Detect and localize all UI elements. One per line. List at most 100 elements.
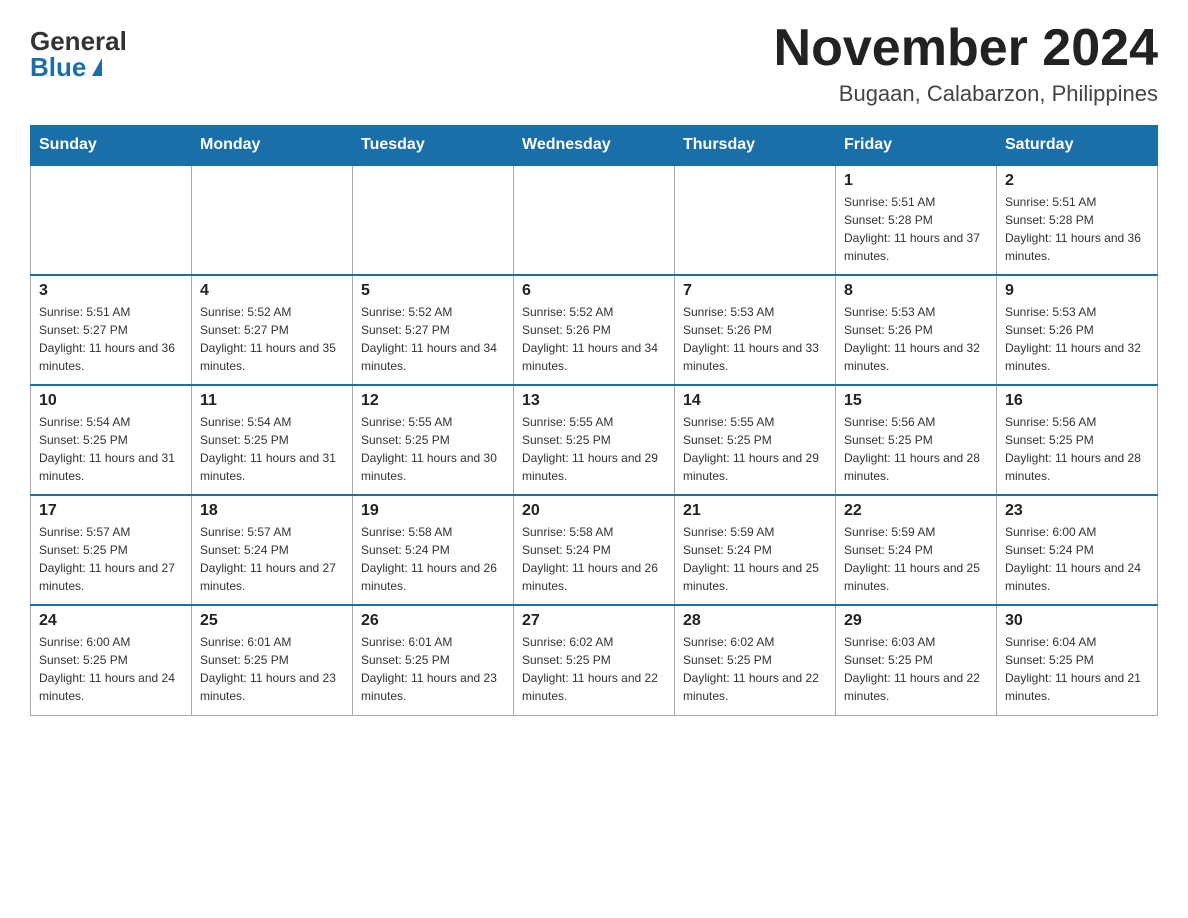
- day-info: Sunrise: 5:59 AM Sunset: 5:24 PM Dayligh…: [844, 523, 988, 595]
- day-number: 16: [1005, 392, 1149, 410]
- calendar-cell: 14Sunrise: 5:55 AM Sunset: 5:25 PM Dayli…: [675, 385, 836, 495]
- day-number: 3: [39, 282, 183, 300]
- day-info: Sunrise: 5:52 AM Sunset: 5:27 PM Dayligh…: [200, 303, 344, 375]
- calendar-cell: 1 Sunrise: 5:51 AM Sunset: 5:28 PM Daylig…: [836, 165, 997, 275]
- weekday-header-wednesday: Wednesday: [514, 126, 675, 166]
- calendar-table: SundayMondayTuesdayWednesdayThursdayFrid…: [30, 125, 1158, 716]
- day-info: Sunrise: 5:53 AM Sunset: 5:26 PM Dayligh…: [683, 303, 827, 375]
- logo: General Blue: [30, 28, 127, 80]
- calendar-cell: 25 Sunrise: 6:01 AM Sunset: 5:25 PM Dayli…: [192, 605, 353, 715]
- calendar-cell: 20Sunrise: 5:58 AM Sunset: 5:24 PM Dayli…: [514, 495, 675, 605]
- calendar-cell: 9Sunrise: 5:53 AM Sunset: 5:26 PM Daylig…: [997, 275, 1158, 385]
- weekday-header-row: SundayMondayTuesdayWednesdayThursdayFrid…: [31, 126, 1158, 166]
- day-number: 18: [200, 502, 344, 520]
- day-number: 14: [683, 392, 827, 410]
- calendar-cell: 5 Sunrise: 5:52 AM Sunset: 5:27 PM Daylig…: [353, 275, 514, 385]
- calendar-cell: 29 Sunrise: 6:03 AM Sunset: 5:25 PM Dayli…: [836, 605, 997, 715]
- day-number: 27: [522, 612, 666, 630]
- day-number: 13: [522, 392, 666, 410]
- day-number: 6: [522, 282, 666, 300]
- calendar-cell: 22 Sunrise: 5:59 AM Sunset: 5:24 PM Dayli…: [836, 495, 997, 605]
- day-number: 30: [1005, 612, 1149, 630]
- day-info: Sunrise: 5:55 AM Sunset: 5:25 PM Dayligh…: [361, 413, 505, 485]
- header: General Blue November 2024 Bugaan, Calab…: [30, 20, 1158, 107]
- weekday-header-tuesday: Tuesday: [353, 126, 514, 166]
- calendar-cell: 12 Sunrise: 5:55 AM Sunset: 5:25 PM Dayli…: [353, 385, 514, 495]
- day-info: Sunrise: 5:56 AM Sunset: 5:25 PM Dayligh…: [1005, 413, 1149, 485]
- calendar-cell: 16 Sunrise: 5:56 AM Sunset: 5:25 PM Dayli…: [997, 385, 1158, 495]
- calendar-cell: [31, 165, 192, 275]
- weekday-header-thursday: Thursday: [675, 126, 836, 166]
- day-number: 26: [361, 612, 505, 630]
- day-info: Sunrise: 6:02 AM Sunset: 5:25 PM Dayligh…: [683, 633, 827, 705]
- day-number: 22: [844, 502, 988, 520]
- weekday-header-sunday: Sunday: [31, 126, 192, 166]
- calendar-cell: [675, 165, 836, 275]
- day-number: 23: [1005, 502, 1149, 520]
- day-info: Sunrise: 5:51 AM Sunset: 5:28 PM Dayligh…: [844, 193, 988, 265]
- day-info: Sunrise: 5:58 AM Sunset: 5:24 PM Dayligh…: [361, 523, 505, 595]
- day-info: Sunrise: 5:52 AM Sunset: 5:27 PM Dayligh…: [361, 303, 505, 375]
- day-number: 25: [200, 612, 344, 630]
- day-info: Sunrise: 6:01 AM Sunset: 5:25 PM Dayligh…: [361, 633, 505, 705]
- day-number: 4: [200, 282, 344, 300]
- day-number: 7: [683, 282, 827, 300]
- day-number: 8: [844, 282, 988, 300]
- calendar-cell: 18 Sunrise: 5:57 AM Sunset: 5:24 PM Dayli…: [192, 495, 353, 605]
- calendar-cell: 30 Sunrise: 6:04 AM Sunset: 5:25 PM Dayli…: [997, 605, 1158, 715]
- day-info: Sunrise: 5:57 AM Sunset: 5:25 PM Dayligh…: [39, 523, 183, 595]
- day-number: 12: [361, 392, 505, 410]
- weekday-header-friday: Friday: [836, 126, 997, 166]
- calendar-cell: [192, 165, 353, 275]
- calendar-cell: [353, 165, 514, 275]
- day-number: 5: [361, 282, 505, 300]
- day-info: Sunrise: 6:00 AM Sunset: 5:25 PM Dayligh…: [39, 633, 183, 705]
- week-row-1: 1 Sunrise: 5:51 AM Sunset: 5:28 PM Daylig…: [31, 165, 1158, 275]
- day-number: 11: [200, 392, 344, 410]
- day-number: 1: [844, 172, 988, 190]
- calendar-cell: 15Sunrise: 5:56 AM Sunset: 5:25 PM Dayli…: [836, 385, 997, 495]
- day-info: Sunrise: 5:53 AM Sunset: 5:26 PM Dayligh…: [1005, 303, 1149, 375]
- day-info: Sunrise: 6:00 AM Sunset: 5:24 PM Dayligh…: [1005, 523, 1149, 595]
- calendar-cell: 24 Sunrise: 6:00 AM Sunset: 5:25 PM Dayli…: [31, 605, 192, 715]
- calendar-cell: 19 Sunrise: 5:58 AM Sunset: 5:24 PM Dayli…: [353, 495, 514, 605]
- calendar-cell: 17Sunrise: 5:57 AM Sunset: 5:25 PM Dayli…: [31, 495, 192, 605]
- day-info: Sunrise: 6:01 AM Sunset: 5:25 PM Dayligh…: [200, 633, 344, 705]
- calendar-cell: 27Sunrise: 6:02 AM Sunset: 5:25 PM Dayli…: [514, 605, 675, 715]
- calendar-cell: 7 Sunrise: 5:53 AM Sunset: 5:26 PM Daylig…: [675, 275, 836, 385]
- week-row-4: 17Sunrise: 5:57 AM Sunset: 5:25 PM Dayli…: [31, 495, 1158, 605]
- day-number: 19: [361, 502, 505, 520]
- day-info: Sunrise: 6:03 AM Sunset: 5:25 PM Dayligh…: [844, 633, 988, 705]
- week-row-5: 24 Sunrise: 6:00 AM Sunset: 5:25 PM Dayli…: [31, 605, 1158, 715]
- day-info: Sunrise: 5:54 AM Sunset: 5:25 PM Dayligh…: [39, 413, 183, 485]
- day-number: 29: [844, 612, 988, 630]
- day-info: Sunrise: 5:59 AM Sunset: 5:24 PM Dayligh…: [683, 523, 827, 595]
- logo-triangle-icon: [92, 58, 102, 76]
- calendar-cell: 21 Sunrise: 5:59 AM Sunset: 5:24 PM Dayli…: [675, 495, 836, 605]
- calendar-cell: 2 Sunrise: 5:51 AM Sunset: 5:28 PM Daylig…: [997, 165, 1158, 275]
- calendar-cell: 23 Sunrise: 6:00 AM Sunset: 5:24 PM Dayli…: [997, 495, 1158, 605]
- calendar-cell: 8Sunrise: 5:53 AM Sunset: 5:26 PM Daylig…: [836, 275, 997, 385]
- weekday-header-monday: Monday: [192, 126, 353, 166]
- calendar-cell: 10Sunrise: 5:54 AM Sunset: 5:25 PM Dayli…: [31, 385, 192, 495]
- calendar-cell: 4 Sunrise: 5:52 AM Sunset: 5:27 PM Daylig…: [192, 275, 353, 385]
- calendar-cell: 6 Sunrise: 5:52 AM Sunset: 5:26 PM Daylig…: [514, 275, 675, 385]
- day-info: Sunrise: 5:51 AM Sunset: 5:27 PM Dayligh…: [39, 303, 183, 375]
- day-info: Sunrise: 5:52 AM Sunset: 5:26 PM Dayligh…: [522, 303, 666, 375]
- day-number: 28: [683, 612, 827, 630]
- day-info: Sunrise: 5:58 AM Sunset: 5:24 PM Dayligh…: [522, 523, 666, 595]
- calendar-cell: 13 Sunrise: 5:55 AM Sunset: 5:25 PM Dayli…: [514, 385, 675, 495]
- day-info: Sunrise: 5:57 AM Sunset: 5:24 PM Dayligh…: [200, 523, 344, 595]
- day-number: 24: [39, 612, 183, 630]
- calendar-cell: [514, 165, 675, 275]
- day-info: Sunrise: 5:55 AM Sunset: 5:25 PM Dayligh…: [522, 413, 666, 485]
- day-number: 2: [1005, 172, 1149, 190]
- day-number: 21: [683, 502, 827, 520]
- day-info: Sunrise: 5:51 AM Sunset: 5:28 PM Dayligh…: [1005, 193, 1149, 265]
- week-row-3: 10Sunrise: 5:54 AM Sunset: 5:25 PM Dayli…: [31, 385, 1158, 495]
- title-area: November 2024 Bugaan, Calabarzon, Philip…: [774, 20, 1158, 107]
- day-info: Sunrise: 6:04 AM Sunset: 5:25 PM Dayligh…: [1005, 633, 1149, 705]
- month-title: November 2024: [774, 20, 1158, 77]
- weekday-header-saturday: Saturday: [997, 126, 1158, 166]
- day-info: Sunrise: 5:54 AM Sunset: 5:25 PM Dayligh…: [200, 413, 344, 485]
